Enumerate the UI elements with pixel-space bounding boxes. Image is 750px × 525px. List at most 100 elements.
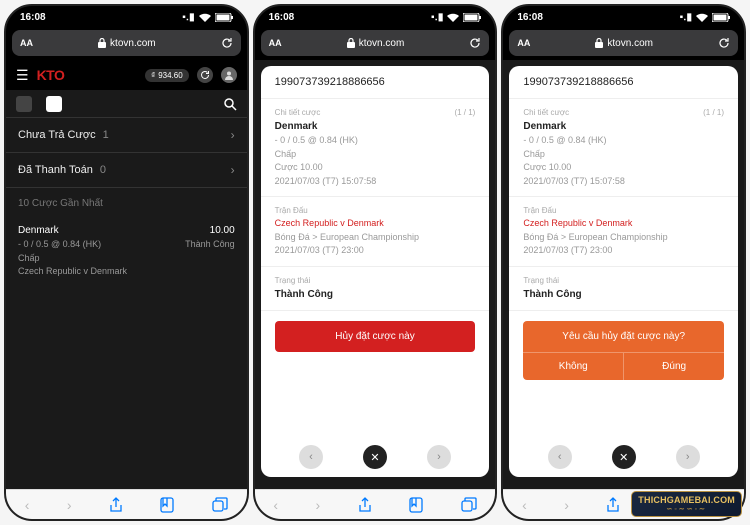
confirm-no-button[interactable]: Không bbox=[523, 353, 624, 380]
confirm-yes-button[interactable]: Đúng bbox=[624, 353, 724, 380]
tab-icon-1[interactable] bbox=[16, 96, 32, 112]
tab-bar bbox=[6, 90, 247, 118]
recent-bets-label: 10 Cược Gần Nhất bbox=[6, 188, 247, 215]
match-info-section: Trận Đấu Czech Republic v Denmark Bóng Đ… bbox=[509, 197, 738, 267]
avatar-icon[interactable] bbox=[221, 67, 237, 83]
pending-bets-row[interactable]: Chưa Trả Cược 1 › bbox=[6, 118, 247, 153]
battery-icon bbox=[215, 13, 233, 22]
text-size-button[interactable]: AA bbox=[517, 38, 530, 48]
bet-info-section: Chi tiết cược(1 / 1) Denmark - 0 / 0.5 @… bbox=[509, 99, 738, 197]
chevron-right-icon: › bbox=[231, 163, 235, 177]
signal-icon: ▪․▮ bbox=[680, 12, 692, 23]
tab-icon-2[interactable] bbox=[46, 96, 62, 112]
close-icon[interactable]: ✕ bbox=[612, 445, 636, 469]
status-indicators: ▪․▮ bbox=[431, 12, 481, 23]
chevron-right-icon: › bbox=[231, 128, 235, 142]
reload-icon[interactable] bbox=[718, 37, 730, 49]
status-bar: 16:08 ▪․▮ bbox=[6, 6, 247, 28]
back-icon[interactable]: ‹ bbox=[522, 497, 527, 513]
share-icon[interactable] bbox=[358, 497, 372, 513]
settled-count: 0 bbox=[100, 164, 106, 176]
menu-icon[interactable]: ☰ bbox=[16, 67, 29, 84]
url-display[interactable]: ktovn.com bbox=[538, 38, 710, 49]
bet-detail-card: 199073739218886656 Chi tiết cược(1 / 1) … bbox=[509, 66, 738, 477]
detail-odds: - 0 / 0.5 @ 0.84 (HK) bbox=[523, 134, 724, 148]
status-indicators: ▪․▮ bbox=[182, 12, 232, 23]
detail-team: Denmark bbox=[275, 119, 476, 134]
detail-market: Chấp bbox=[275, 148, 476, 162]
bet-market: Chấp bbox=[18, 252, 127, 266]
pending-count: 1 bbox=[103, 129, 109, 141]
status-time: 16:08 bbox=[269, 12, 295, 23]
detail-match-time: 2021/07/03 (T7) 23:00 bbox=[523, 244, 724, 258]
browser-toolbar: ‹ › bbox=[255, 489, 496, 519]
prev-icon[interactable]: ‹ bbox=[299, 445, 323, 469]
signal-icon: ▪․▮ bbox=[431, 12, 443, 23]
detail-status: Thành Công bbox=[275, 287, 476, 302]
status-section: Trạng thái Thành Công bbox=[261, 267, 490, 311]
back-icon[interactable]: ‹ bbox=[273, 497, 278, 513]
match-link[interactable]: Czech Republic v Denmark bbox=[275, 217, 476, 231]
forward-icon[interactable]: › bbox=[564, 497, 569, 513]
bet-team: Denmark bbox=[18, 223, 127, 238]
status-time: 16:08 bbox=[20, 12, 46, 23]
wifi-icon bbox=[447, 13, 459, 22]
settled-label: Đã Thanh Toán bbox=[18, 164, 93, 176]
pending-label: Chưa Trả Cược bbox=[18, 129, 96, 141]
bookmarks-icon[interactable] bbox=[409, 497, 423, 513]
battery-icon bbox=[463, 13, 481, 22]
share-icon[interactable] bbox=[606, 497, 620, 513]
confirm-question: Yêu cầu hủy đặt cược này? bbox=[523, 321, 724, 352]
settled-bets-row[interactable]: Đã Thanh Toán 0 › bbox=[6, 153, 247, 188]
bookmarks-icon[interactable] bbox=[160, 497, 174, 513]
status-indicators: ▪․▮ bbox=[680, 12, 730, 23]
detail-match-time: 2021/07/03 (T7) 23:00 bbox=[275, 244, 476, 258]
bet-id: 199073739218886656 bbox=[261, 66, 490, 99]
status-time: 16:08 bbox=[517, 12, 543, 23]
phone-1: 16:08 ▪․▮ AA ktovn.com ☰ KTO bbox=[4, 4, 249, 521]
prev-icon[interactable]: ‹ bbox=[548, 445, 572, 469]
app-header: ☰ KTO ₫ 934.60 bbox=[6, 60, 247, 90]
forward-icon[interactable]: › bbox=[316, 497, 321, 513]
back-icon[interactable]: ‹ bbox=[25, 497, 30, 513]
bet-odds: - 0 / 0.5 @ 0.84 (HK) bbox=[18, 238, 127, 252]
refresh-icon[interactable] bbox=[197, 67, 213, 83]
bet-id: 199073739218886656 bbox=[509, 66, 738, 99]
watermark: THICHGAMEBAI.COM ∽◦∼∽◦∼ bbox=[631, 491, 742, 517]
phone-2: 16:08 ▪․▮ AA ktovn.com 19907373921888665… bbox=[253, 4, 498, 521]
share-icon[interactable] bbox=[109, 497, 123, 513]
text-size-button[interactable]: AA bbox=[269, 38, 282, 48]
tabs-icon[interactable] bbox=[461, 497, 477, 513]
text-size-button[interactable]: AA bbox=[20, 38, 33, 48]
reload-icon[interactable] bbox=[469, 37, 481, 49]
match-link[interactable]: Czech Republic v Denmark bbox=[523, 217, 724, 231]
lock-icon bbox=[595, 38, 603, 48]
balance-pill[interactable]: ₫ 934.60 bbox=[145, 69, 189, 82]
address-bar[interactable]: AA ktovn.com bbox=[261, 30, 490, 56]
status-section: Trạng thái Thành Công bbox=[509, 267, 738, 311]
app-logo[interactable]: KTO bbox=[37, 67, 65, 83]
tabs-icon[interactable] bbox=[212, 497, 228, 513]
next-icon[interactable]: › bbox=[427, 445, 451, 469]
reload-icon[interactable] bbox=[221, 37, 233, 49]
detail-league: Bóng Đá > European Championship bbox=[275, 231, 476, 245]
close-icon[interactable]: ✕ bbox=[363, 445, 387, 469]
address-bar[interactable]: AA ktovn.com bbox=[12, 30, 241, 56]
app-content: 199073739218886656 Chi tiết cược(1 / 1) … bbox=[255, 60, 496, 489]
url-display[interactable]: ktovn.com bbox=[41, 38, 213, 49]
modal-nav: ‹ ✕ › bbox=[509, 445, 738, 469]
next-icon[interactable]: › bbox=[676, 445, 700, 469]
bet-amount: 10.00 bbox=[185, 223, 235, 238]
balance-value: 934.60 bbox=[158, 71, 182, 80]
address-bar[interactable]: AA ktovn.com bbox=[509, 30, 738, 56]
detail-stake: Cược 10.00 bbox=[523, 161, 724, 175]
bet-card[interactable]: Denmark - 0 / 0.5 @ 0.84 (HK) Chấp Czech… bbox=[6, 215, 247, 287]
cancel-bet-button[interactable]: Hủy đặt cược này bbox=[275, 321, 476, 352]
forward-icon[interactable]: › bbox=[67, 497, 72, 513]
bet-match: Czech Republic v Denmark bbox=[18, 265, 127, 279]
search-icon[interactable] bbox=[223, 97, 237, 111]
detail-odds: - 0 / 0.5 @ 0.84 (HK) bbox=[275, 134, 476, 148]
bet-detail-card: 199073739218886656 Chi tiết cược(1 / 1) … bbox=[261, 66, 490, 477]
detail-team: Denmark bbox=[523, 119, 724, 134]
url-display[interactable]: ktovn.com bbox=[290, 38, 462, 49]
